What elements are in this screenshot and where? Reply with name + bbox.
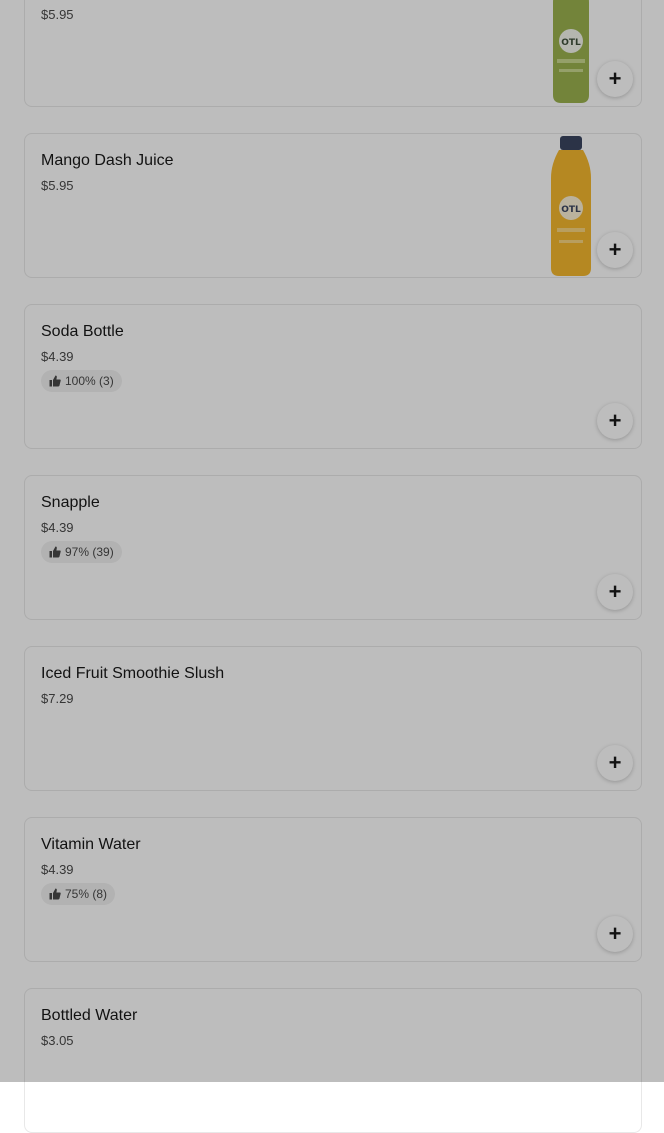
rating-badge: 97% (39): [41, 541, 122, 563]
green-juice-bottle-image: OTL: [553, 0, 589, 103]
rating-text: 75% (8): [65, 887, 108, 901]
menu-item-card[interactable]: Snapple $4.39 97% (39) +: [24, 475, 642, 620]
item-price: $5.95: [41, 178, 74, 193]
rating-badge: 75% (8): [41, 883, 116, 905]
mango-juice-bottle-image: OTL: [551, 136, 591, 276]
plus-icon: +: [608, 579, 622, 604]
add-item-button[interactable]: +: [597, 61, 633, 97]
thumbs-up-icon: [49, 375, 61, 387]
plus-icon: +: [608, 750, 622, 775]
menu-item-card[interactable]: Vitamin Water $4.39 75% (8) +: [24, 817, 642, 962]
item-name: Iced Fruit Smoothie Slush: [41, 665, 225, 682]
add-item-button[interactable]: +: [597, 232, 633, 268]
item-name: Soda Bottle: [41, 323, 124, 340]
svg-text:OTL: OTL: [561, 38, 581, 48]
item-price: $5.95: [41, 7, 74, 22]
add-item-button[interactable]: +: [597, 916, 633, 952]
rating-text: 97% (39): [65, 545, 114, 559]
rating-badge: 100% (3): [41, 370, 122, 392]
svg-text:OTL: OTL: [561, 205, 581, 215]
add-item-button[interactable]: +: [597, 403, 633, 439]
thumbs-up-icon: [49, 546, 61, 558]
menu-item-card[interactable]: Mango Dash Juice $5.95 OTL +: [24, 133, 642, 278]
item-price: $7.29: [41, 691, 74, 706]
item-price: $4.39: [41, 520, 74, 535]
add-item-button[interactable]: +: [597, 745, 633, 781]
add-item-button[interactable]: +: [597, 574, 633, 610]
thumbs-up-icon: [49, 888, 61, 900]
rating-text: 100% (3): [65, 374, 114, 388]
plus-icon: +: [608, 66, 622, 91]
menu-item-card[interactable]: Soda Bottle $4.39 100% (3) +: [24, 304, 642, 449]
item-price: $4.39: [41, 349, 74, 364]
menu-item-card[interactable]: $5.95 OTL +: [24, 0, 642, 107]
item-name: Mango Dash Juice: [41, 152, 174, 169]
plus-icon: +: [608, 408, 622, 433]
item-price: $3.05: [41, 1033, 74, 1048]
item-name: Snapple: [41, 494, 100, 511]
item-name: Bottled Water: [41, 1007, 138, 1024]
item-price: $4.39: [41, 862, 74, 877]
plus-icon: +: [608, 921, 622, 946]
item-name: Vitamin Water: [41, 836, 141, 853]
menu-item-card[interactable]: Iced Fruit Smoothie Slush $7.29 +: [24, 646, 642, 791]
plus-icon: +: [608, 237, 622, 262]
menu-item-card[interactable]: Bottled Water $3.05: [24, 988, 642, 1133]
